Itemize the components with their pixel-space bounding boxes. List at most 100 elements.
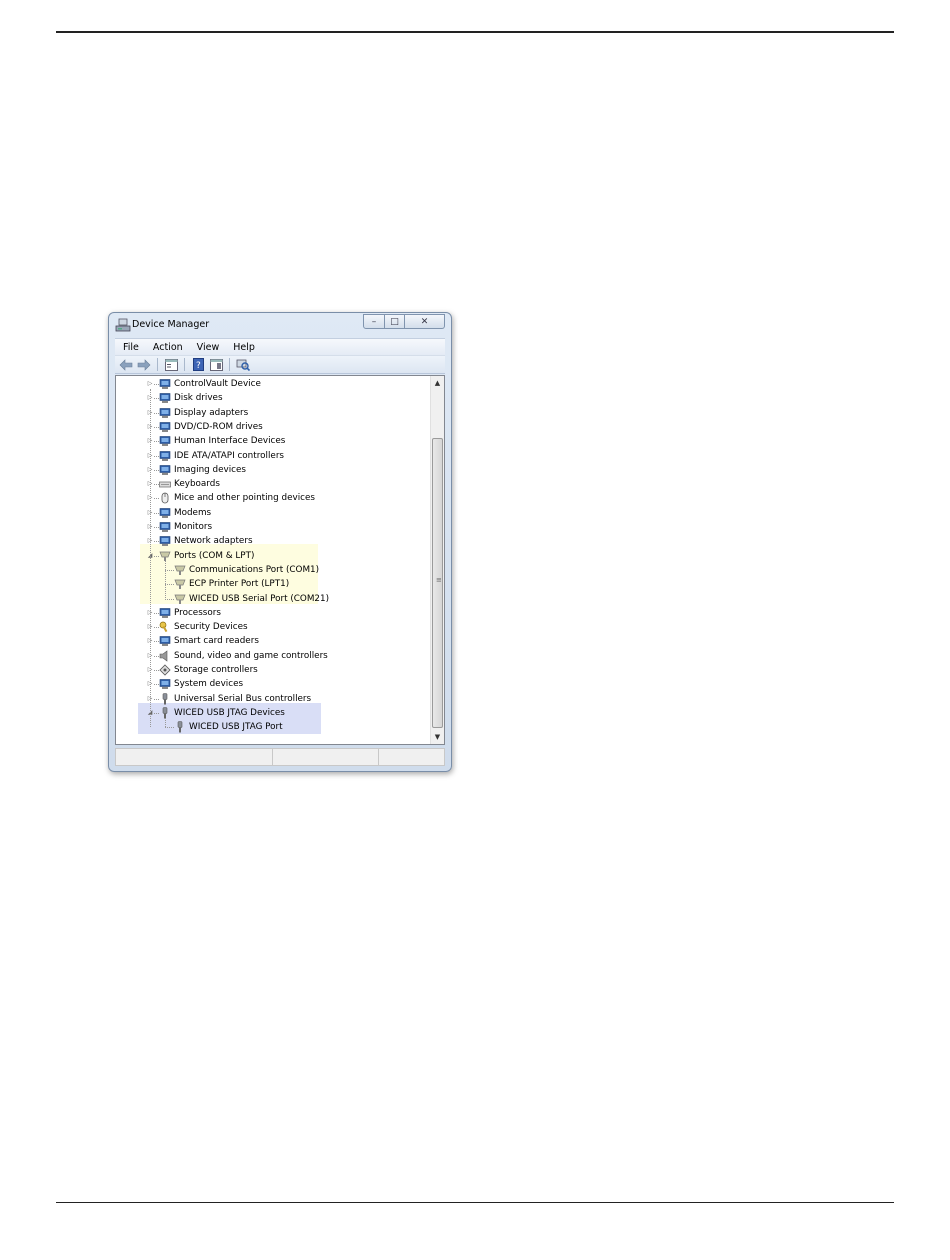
- status-cell: [273, 749, 379, 765]
- menu-action[interactable]: Action: [145, 342, 189, 353]
- tree-item-label: IDE ATA/ATAPI controllers: [174, 450, 285, 461]
- tree-item-label: WICED USB JTAG Devices: [174, 707, 285, 718]
- tree-item-label: Network adapters: [174, 536, 253, 547]
- tree-child-item[interactable]: Communications Port (COM1): [116, 563, 432, 577]
- tree-category-item[interactable]: ▷ Mice and other pointing devices: [116, 491, 432, 505]
- tree-category-item[interactable]: ▷ Imaging devices: [116, 463, 432, 477]
- tree-category-item[interactable]: ▷ Keyboards: [116, 477, 432, 491]
- modem-icon: [159, 507, 171, 519]
- tree-item-label: Universal Serial Bus controllers: [174, 693, 312, 704]
- tree-category-item[interactable]: ▷ Processors: [116, 606, 432, 620]
- tree-category-item[interactable]: ▷ Human Interface Devices: [116, 434, 432, 448]
- tree-item-label: Monitors: [174, 522, 213, 532]
- menu-file[interactable]: File: [115, 342, 145, 353]
- tree-item-label: ControlVault Device: [174, 379, 261, 389]
- tree-category-item[interactable]: ▷ Universal Serial Bus controllers: [116, 692, 432, 706]
- tree-category-item[interactable]: ◢ Ports (COM & LPT): [116, 549, 432, 563]
- toolbar-separator: [184, 358, 185, 371]
- tree-connector: [165, 598, 174, 600]
- device-tree-pane: ▷ ControlVault Device ▷ Disk drives ▷ Display…: [115, 375, 445, 745]
- tree-item-label: Ports (COM & LPT): [174, 550, 255, 561]
- properties-icon: [164, 358, 178, 371]
- system-device-icon: [159, 678, 171, 690]
- page-top-rule: [56, 31, 894, 33]
- toolbar-separator: [157, 358, 158, 371]
- tree-category-item[interactable]: ▷ Disk drives: [116, 391, 432, 405]
- scan-hardware-button[interactable]: [235, 358, 251, 372]
- menu-bar: File Action View Help: [115, 338, 445, 355]
- smart-card-reader-icon: [159, 635, 171, 647]
- help-button[interactable]: ?: [190, 358, 206, 372]
- tree-child-item[interactable]: ECP Printer Port (LPT1): [116, 577, 432, 591]
- tree-item-label: Keyboards: [174, 479, 220, 490]
- processor-icon: [159, 607, 171, 619]
- key-icon: [159, 621, 171, 633]
- properties-button[interactable]: [163, 358, 179, 372]
- page-bottom-rule: [56, 1202, 894, 1203]
- title-bar[interactable]: Device Manager – □ ✕: [109, 313, 451, 338]
- usb-plug-icon: [159, 692, 171, 705]
- mouse-icon: [159, 492, 171, 504]
- tree-category-item[interactable]: ▷ Storage controllers: [116, 663, 432, 677]
- close-button[interactable]: ✕: [405, 314, 445, 329]
- back-arrow-icon: [119, 358, 133, 371]
- tree-item-label: Modems: [174, 507, 212, 518]
- tree-category-item[interactable]: ◢ WICED USB JTAG Devices: [116, 706, 432, 720]
- ide-controller-icon: [159, 450, 171, 462]
- speaker-icon: [159, 650, 171, 662]
- tree-connector: [165, 727, 174, 729]
- tree-child-item[interactable]: WICED USB JTAG Port: [116, 720, 432, 734]
- forward-arrow-icon: [137, 358, 151, 371]
- tree-item-label: Processors: [174, 607, 221, 618]
- device-manager-window: Device Manager – □ ✕ File Action View He…: [108, 312, 452, 772]
- tree-category-item[interactable]: ▷ Modems: [116, 506, 432, 520]
- tree-connector: [165, 569, 174, 571]
- tree-category-item[interactable]: ▷ Security Devices: [116, 620, 432, 634]
- toolbar-separator: [229, 358, 230, 371]
- tree-item-label: Disk drives: [174, 393, 223, 404]
- status-bar: [115, 748, 445, 766]
- minimize-button[interactable]: –: [363, 314, 385, 329]
- scroll-up-button[interactable]: ▲: [431, 376, 444, 390]
- tree-category-item[interactable]: ▷ Monitors: [116, 520, 432, 534]
- menu-help[interactable]: Help: [225, 342, 261, 353]
- maximize-button[interactable]: □: [385, 314, 405, 329]
- show-hide-console-tree-button[interactable]: [208, 358, 224, 372]
- keyboard-icon: [159, 478, 171, 490]
- back-button[interactable]: [118, 358, 134, 372]
- scroll-thumb[interactable]: ≡: [432, 438, 443, 728]
- tree-item-label: Display adapters: [174, 407, 249, 418]
- scan-hardware-icon: [236, 359, 250, 371]
- tree-category-item[interactable]: ▷ IDE ATA/ATAPI controllers: [116, 449, 432, 463]
- tree-category-item[interactable]: ▷ Smart card readers: [116, 634, 432, 648]
- tree-connector: [150, 389, 151, 728]
- tree-category-item[interactable]: ▷ Network adapters: [116, 534, 432, 548]
- vertical-scrollbar[interactable]: ▲ ≡ ▼: [430, 376, 444, 744]
- scroll-down-button[interactable]: ▼: [431, 730, 444, 744]
- tree-category-item[interactable]: ▷ DVD/CD-ROM drives: [116, 420, 432, 434]
- network-adapter-icon: [159, 535, 171, 547]
- menu-view[interactable]: View: [189, 342, 226, 353]
- storage-controller-icon: [159, 664, 171, 676]
- dvd-drive-icon: [159, 421, 171, 433]
- camera-icon: [159, 464, 171, 476]
- tree-item-label: Human Interface Devices: [174, 436, 286, 447]
- tree-category-item[interactable]: ▷ Display adapters: [116, 406, 432, 420]
- tree-category-item[interactable]: ▷ System devices: [116, 677, 432, 691]
- tree-item-label: WICED USB Serial Port (COM21): [189, 593, 330, 604]
- show-hide-console-tree-icon: [209, 358, 223, 371]
- port-icon: [174, 593, 186, 605]
- display-adapter-icon: [159, 407, 171, 419]
- window-title: Device Manager: [132, 319, 210, 330]
- forward-button[interactable]: [136, 358, 152, 372]
- tree-category-item[interactable]: ▷ ControlVault Device: [116, 377, 432, 391]
- usb-plug-icon: [174, 721, 186, 733]
- scroll-grip-icon: ≡: [436, 576, 442, 584]
- help-icon: ?: [192, 358, 204, 371]
- tree-connector: [165, 717, 166, 728]
- tree-item-label: Mice and other pointing devices: [174, 493, 315, 504]
- tree-item-label: Sound, video and game controllers: [174, 650, 328, 661]
- tree-child-item[interactable]: WICED USB Serial Port (COM21): [116, 592, 432, 606]
- controlvault-icon: [159, 378, 171, 390]
- tree-category-item[interactable]: ▷ Sound, video and game controllers: [116, 649, 432, 663]
